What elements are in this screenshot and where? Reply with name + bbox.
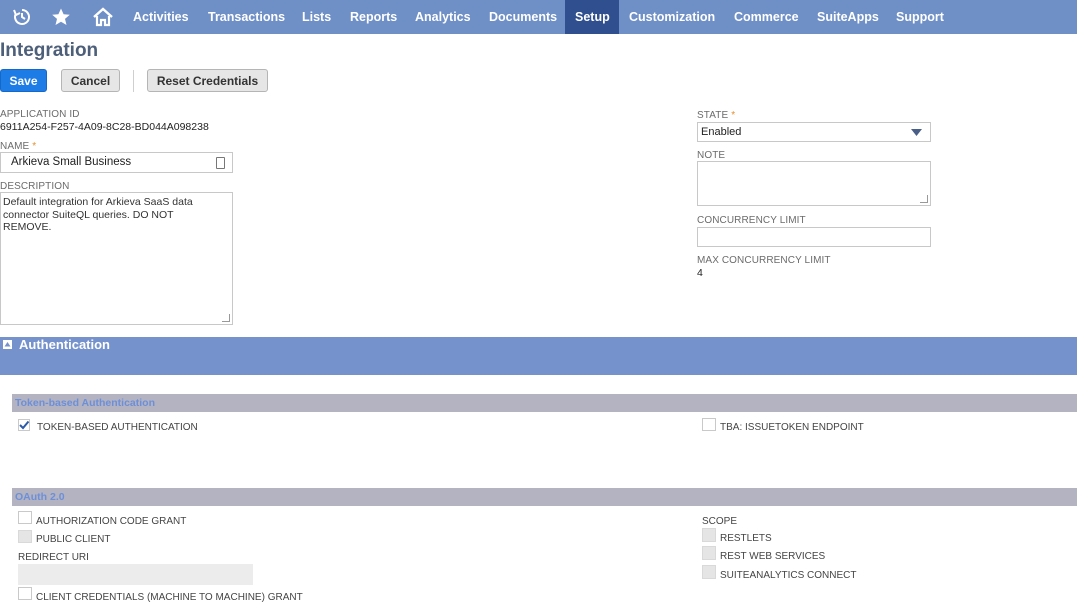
- public-client-checkbox[interactable]: [18, 530, 32, 543]
- client-credentials-checkbox[interactable]: [18, 587, 32, 600]
- description-text: Default integration for Arkieva SaaS dat…: [3, 196, 193, 233]
- nav-lists[interactable]: Lists: [292, 0, 341, 34]
- name-field-value: Arkieva Small Business: [11, 156, 132, 168]
- field-help-icon[interactable]: [216, 157, 225, 169]
- authentication-title: Authentication: [19, 337, 110, 352]
- recent-history-icon[interactable]: [12, 7, 32, 27]
- nav-suiteapps[interactable]: SuiteApps: [807, 0, 889, 34]
- page-title: Integration: [0, 40, 99, 61]
- suiteanalytics-connect-label: SUITEANALYTICS CONNECT: [720, 570, 857, 581]
- collapse-icon[interactable]: [3, 340, 12, 349]
- nav-activities[interactable]: Activities: [123, 0, 199, 34]
- authentication-section-header[interactable]: Authentication: [0, 337, 1077, 375]
- chevron-down-icon: [911, 129, 922, 136]
- save-button[interactable]: Save: [0, 69, 47, 92]
- nav-support[interactable]: Support: [886, 0, 954, 34]
- redirect-uri-input[interactable]: [18, 564, 253, 585]
- max-concurrency-limit-value: 4: [697, 267, 703, 279]
- tba-subsection-title: Token-based Authentication: [15, 397, 156, 409]
- rest-web-services-label: REST WEB SERVICES: [720, 551, 826, 562]
- nav-setup[interactable]: Setup: [565, 0, 619, 34]
- reset-credentials-button[interactable]: Reset Credentials: [147, 69, 268, 92]
- oauth-subsection-header: OAuth 2.0: [12, 488, 1077, 506]
- tba-subsection-header: Token-based Authentication: [12, 394, 1077, 412]
- suiteanalytics-connect-checkbox[interactable]: [702, 565, 716, 579]
- name-label: NAME *: [0, 141, 37, 152]
- concurrency-limit-label: CONCURRENCY LIMIT: [697, 215, 806, 226]
- nav-customization[interactable]: Customization: [619, 0, 725, 34]
- description-textarea[interactable]: Default integration for Arkieva SaaS dat…: [0, 192, 233, 325]
- top-nav-bar: Activities Transactions Lists Reports An…: [0, 0, 1077, 34]
- state-select[interactable]: Enabled: [697, 122, 931, 142]
- state-label: STATE *: [697, 110, 736, 121]
- nav-transactions[interactable]: Transactions: [198, 0, 295, 34]
- resize-handle-icon[interactable]: [920, 195, 928, 203]
- resize-handle-icon[interactable]: [222, 314, 230, 322]
- tba-issuetoken-label: TBA: ISSUETOKEN ENDPOINT: [720, 422, 864, 433]
- token-based-auth-label: TOKEN-BASED AUTHENTICATION: [37, 422, 198, 433]
- nav-analytics[interactable]: Analytics: [405, 0, 481, 34]
- cancel-button[interactable]: Cancel: [61, 69, 120, 92]
- state-select-value: Enabled: [701, 126, 742, 138]
- client-credentials-label: CLIENT CREDENTIALS (MACHINE TO MACHINE) …: [36, 592, 303, 603]
- nav-commerce[interactable]: Commerce: [724, 0, 809, 34]
- public-client-label: PUBLIC CLIENT: [36, 534, 111, 545]
- restlets-label: RESTLETS: [720, 533, 772, 544]
- nav-reports[interactable]: Reports: [340, 0, 407, 34]
- concurrency-limit-input[interactable]: [697, 227, 931, 247]
- rest-web-services-checkbox[interactable]: [702, 546, 716, 560]
- home-icon[interactable]: [92, 7, 114, 27]
- token-based-auth-checkbox[interactable]: [18, 419, 30, 431]
- nav-documents[interactable]: Documents: [479, 0, 567, 34]
- application-id-value: 6911A254-F257-4A09-8C28-BD044A098238: [0, 121, 209, 133]
- tba-issuetoken-checkbox[interactable]: [702, 418, 716, 431]
- max-concurrency-limit-label: MAX CONCURRENCY LIMIT: [697, 255, 831, 266]
- auth-code-grant-label: AUTHORIZATION CODE GRANT: [36, 516, 187, 527]
- description-label: DESCRIPTION: [0, 181, 70, 192]
- oauth-subsection-title: OAuth 2.0: [15, 491, 65, 503]
- checkmark-icon: [19, 420, 30, 430]
- note-label: NOTE: [697, 150, 726, 161]
- application-id-label: APPLICATION ID: [0, 109, 80, 120]
- note-textarea[interactable]: [697, 161, 931, 206]
- star-icon[interactable]: [51, 7, 71, 27]
- auth-code-grant-checkbox[interactable]: [18, 511, 32, 524]
- restlets-checkbox[interactable]: [702, 528, 716, 542]
- scope-label: SCOPE: [702, 516, 738, 527]
- button-divider: [133, 70, 134, 92]
- name-field[interactable]: Arkieva Small Business: [0, 152, 233, 173]
- redirect-uri-label: REDIRECT URI: [18, 552, 89, 563]
